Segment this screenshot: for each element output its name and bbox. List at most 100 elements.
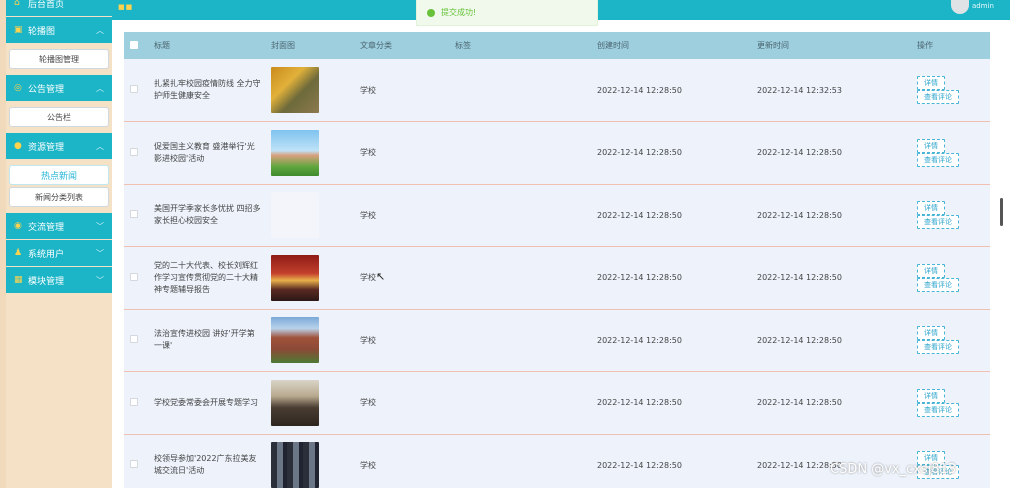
row-checkbox[interactable]: [130, 147, 138, 156]
column-header-cover[interactable]: 封面图: [265, 32, 354, 59]
cell-tag: [449, 434, 591, 488]
cover-image-auditorium: [271, 254, 319, 301]
grid-icon: ▦: [14, 275, 23, 285]
cover-image-tower-sky: [271, 129, 319, 176]
submenu-resource: 热点新闻 新闻分类列表: [6, 159, 112, 212]
table-row: 学校党委常委会开展专题学习 学校 2022-12-14 12:28:50 202…: [124, 371, 990, 435]
cell-tag: [449, 184, 591, 247]
home-icon: ⌂: [14, 0, 20, 8]
sidebar-item-notice-board[interactable]: 公告栏: [9, 107, 109, 127]
sidebar-item-carousel-manage[interactable]: 轮播图管理: [9, 49, 109, 69]
cell-title: 党的二十大代表、校长刘辉红作学习宣传贯彻党的二十大精神专题辅导报告: [154, 260, 258, 294]
cell-category: 学校: [360, 148, 376, 158]
view-comments-button[interactable]: 查看评论: [917, 402, 959, 417]
row-checkbox[interactable]: [130, 85, 138, 93]
chevron-up-icon: ︿: [96, 141, 104, 151]
table-row: 党的二十大代表、校长刘辉红作学习宣传贯彻党的二十大精神专题辅导报告 学校 202…: [124, 246, 990, 310]
scrollbar-thumb[interactable]: [1000, 198, 1003, 226]
cell-actions: 详情查看评论: [911, 122, 990, 185]
cell-updated: 2022-12-14 12:28:50: [757, 273, 842, 283]
cell-tag: [449, 247, 591, 310]
app-root: { "header": { "top_menu_label": "后台首页", …: [0, 0, 1010, 488]
row-checkbox[interactable]: [130, 335, 138, 344]
cell-updated: 2022-12-14 12:28:50: [757, 210, 842, 220]
user-icon: ♟: [14, 248, 23, 258]
cell-updated: 2022-12-14 12:28:50: [757, 148, 842, 158]
cover-image-video-conference: [271, 442, 319, 488]
mouse-cursor-icon: ↖: [376, 270, 386, 283]
column-header-updated[interactable]: 更新时间: [751, 32, 911, 59]
sidebar-group-carousel[interactable]: ▣ 轮播图 ︿: [6, 17, 112, 43]
view-comments-button[interactable]: 查看评论: [917, 340, 959, 355]
cell-actions: 详情查看评论: [911, 247, 990, 310]
cell-category: 学校: [360, 85, 376, 95]
success-icon: [427, 8, 435, 17]
cell-created: 2022-12-14 12:28:50: [597, 398, 682, 408]
cell-actions: 详情查看评论: [911, 309, 990, 372]
cell-title: 扎紧扎牢校园疫情防线 全力守护师生健康安全: [154, 79, 261, 100]
header-menu-icon[interactable]: ■■: [118, 3, 133, 11]
view-comments-button[interactable]: 查看评论: [917, 277, 959, 292]
cover-image-building: [271, 317, 319, 364]
cell-actions: 详情查看评论: [911, 434, 990, 488]
user-name[interactable]: admin: [972, 2, 994, 10]
table-header-row: 标题 封面图 文章分类 标签 创建时间 更新时间 操作: [124, 32, 990, 59]
cell-title: 校领导参加'2022广东拉美友城交流日'活动: [154, 454, 257, 476]
cell-created: 2022-12-14 12:28:50: [597, 210, 682, 220]
chevron-down-icon: ﹀: [96, 221, 104, 231]
row-checkbox[interactable]: [130, 397, 138, 406]
view-comments-button[interactable]: 查看评论: [917, 152, 959, 167]
cell-tag: [449, 309, 591, 372]
detail-button[interactable]: 详情: [917, 326, 945, 341]
table-row: 扎紧扎牢校园疫情防线 全力守护师生健康安全 学校 2022-12-14 12:2…: [124, 59, 990, 122]
cell-tag: [449, 372, 591, 435]
sidebar-item-hot-news[interactable]: 热点新闻: [9, 165, 109, 185]
select-all-checkbox[interactable]: [130, 40, 138, 49]
cell-updated: 2022-12-14 12:32:53: [757, 85, 842, 95]
view-comments-button[interactable]: 查看评论: [917, 215, 959, 230]
location-icon: ●: [14, 141, 22, 151]
news-table: 标题 封面图 文章分类 标签 创建时间 更新时间 操作 扎紧扎牢校园疫情防线 全…: [124, 32, 990, 488]
view-comments-button[interactable]: 查看评论: [917, 90, 959, 104]
detail-button[interactable]: 详情: [917, 76, 945, 90]
sidebar: ⌂ 后台首页 ▣ 轮播图 ︿ 轮播图管理 ◎ 公告管理 ︿ 公告栏 ● 资源管理…: [6, 0, 112, 488]
cell-actions: 详情查看评论: [911, 184, 990, 247]
select-all-cell: [124, 32, 148, 59]
detail-button[interactable]: 详情: [917, 138, 945, 153]
sidebar-item-home[interactable]: ⌂ 后台首页: [6, 0, 112, 16]
cell-category: 学校: [360, 460, 376, 470]
chevron-down-icon: ﹀: [96, 248, 104, 258]
sidebar-group-exchange[interactable]: ◉ 交流管理 ﹀: [6, 213, 112, 239]
cell-tag: [449, 122, 591, 185]
column-header-title[interactable]: 标题: [148, 32, 265, 59]
news-table-container: 标题 封面图 文章分类 标签 创建时间 更新时间 操作 扎紧扎牢校园疫情防线 全…: [124, 32, 990, 488]
chevron-up-icon: ︿: [96, 83, 104, 93]
submenu-carousel: 轮播图管理: [6, 43, 112, 74]
cell-title: 法治宣传进校园 讲好'开学第一课': [154, 329, 255, 351]
row-checkbox[interactable]: [130, 460, 138, 469]
cell-created: 2022-12-14 12:28:50: [597, 148, 682, 158]
detail-button[interactable]: 详情: [917, 388, 945, 403]
chevron-down-icon: ﹀: [96, 275, 104, 285]
table-row: 美国开学季家长多忧扰 四招多家长担心校园安全 学校 2022-12-14 12:…: [124, 184, 990, 247]
sidebar-group-modules[interactable]: ▦ 模块管理 ﹀: [6, 267, 112, 293]
cell-tag: [449, 59, 591, 122]
watermark: CSDN @vx_cxsj813: [830, 462, 957, 477]
column-header-category[interactable]: 文章分类: [354, 32, 449, 59]
sidebar-group-users[interactable]: ♟ 系统用户 ﹀: [6, 240, 112, 266]
success-toast: 提交成功!: [416, 0, 598, 26]
cell-title: 促爱国主义教育 盛港举行'光影进校园'活动: [154, 141, 255, 163]
cell-created: 2022-12-14 12:28:50: [597, 335, 682, 345]
sidebar-item-news-category[interactable]: 新闻分类列表: [9, 187, 109, 207]
column-header-created[interactable]: 创建时间: [591, 32, 751, 59]
sidebar-group-notice[interactable]: ◎ 公告管理 ︿: [6, 75, 112, 101]
detail-button[interactable]: 详情: [917, 201, 945, 216]
cell-created: 2022-12-14 12:28:50: [597, 460, 682, 470]
detail-button[interactable]: 详情: [917, 263, 945, 278]
column-header-tag[interactable]: 标签: [449, 32, 591, 59]
cell-category: 学校: [360, 273, 376, 283]
row-checkbox[interactable]: [130, 210, 138, 219]
cell-category: 学校: [360, 398, 376, 408]
sidebar-group-resource[interactable]: ● 资源管理 ︿: [6, 133, 112, 159]
row-checkbox[interactable]: [130, 272, 138, 281]
